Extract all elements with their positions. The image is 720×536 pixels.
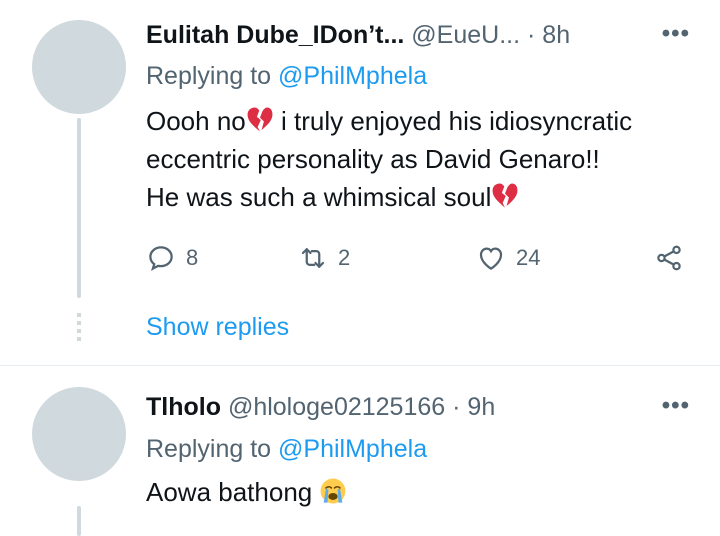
broken-heart-icon (247, 107, 273, 132)
tweet-text-segment: i truly enjoyed his idiosyncratic (273, 106, 633, 136)
like-button[interactable]: 24 (476, 238, 540, 278)
tweet-header: Tlholo @hlologe02125166 · 9h (146, 392, 495, 422)
more-options-icon[interactable]: ••• (662, 20, 690, 48)
replying-to: Replying to @PhilMphela (146, 61, 427, 91)
retweet-button[interactable]: 2 (298, 238, 350, 278)
tweet-text-line-1: Oooh no i truly enjoyed his idiosyncrati… (146, 102, 696, 140)
share-icon (657, 245, 681, 271)
show-replies-link[interactable]: Show replies (146, 313, 289, 342)
loudly-crying-face-icon (321, 478, 346, 504)
thread-line (77, 506, 81, 536)
reply-button[interactable]: 8 (146, 238, 198, 278)
heart-icon (479, 247, 503, 270)
tweet-2[interactable]: Tlholo @hlologe02125166 · 9h ••• Replyin… (0, 366, 720, 536)
tweet-text-segment: He was such a whimsical soul (146, 182, 492, 212)
share-button[interactable] (654, 238, 694, 278)
tweet-actions: 8 2 24 (146, 238, 696, 278)
tweet-header: Eulitah Dube_IDon’t... @EueU... · 8h (146, 20, 570, 50)
avatar[interactable] (32, 20, 126, 114)
reply-icon (149, 246, 173, 271)
tweet-1[interactable]: Eulitah Dube_IDon’t... @EueU... · 8h •••… (0, 0, 720, 365)
replying-to-handle[interactable]: @PhilMphela (278, 435, 427, 463)
timestamp[interactable]: · 8h (527, 21, 570, 49)
user-handle[interactable]: @EueU... (411, 21, 520, 49)
timestamp[interactable]: · 9h (452, 393, 495, 421)
like-count: 24 (516, 245, 541, 270)
avatar[interactable] (32, 387, 126, 481)
more-options-icon[interactable]: ••• (662, 392, 690, 420)
retweet-icon (301, 248, 325, 268)
replying-to-label: Replying to (146, 62, 279, 90)
display-name[interactable]: Eulitah Dube_IDon’t... (146, 21, 404, 49)
thread-line (77, 118, 81, 298)
replying-to: Replying to @PhilMphela (146, 434, 427, 464)
broken-heart-icon (492, 183, 518, 208)
tweet-text: Oooh no i truly enjoyed his idiosyncrati… (146, 102, 696, 216)
thread-dots (77, 313, 81, 343)
tweet-text: Aowa bathong (146, 473, 696, 511)
tweet-text-line-3: He was such a whimsical soul (146, 178, 696, 216)
replying-to-label: Replying to (146, 435, 279, 463)
display-name[interactable]: Tlholo (146, 393, 221, 421)
tweet-text-segment: Oooh no (146, 106, 246, 136)
reply-count: 8 (186, 245, 199, 270)
user-handle[interactable]: @hlologe02125166 (228, 393, 445, 421)
tweet-text-line-2: eccentric personality as David Genaro!! (146, 144, 600, 174)
tweet-text-segment: Aowa bathong (146, 477, 320, 507)
replying-to-handle[interactable]: @PhilMphela (278, 62, 427, 90)
retweet-count: 2 (338, 245, 351, 270)
